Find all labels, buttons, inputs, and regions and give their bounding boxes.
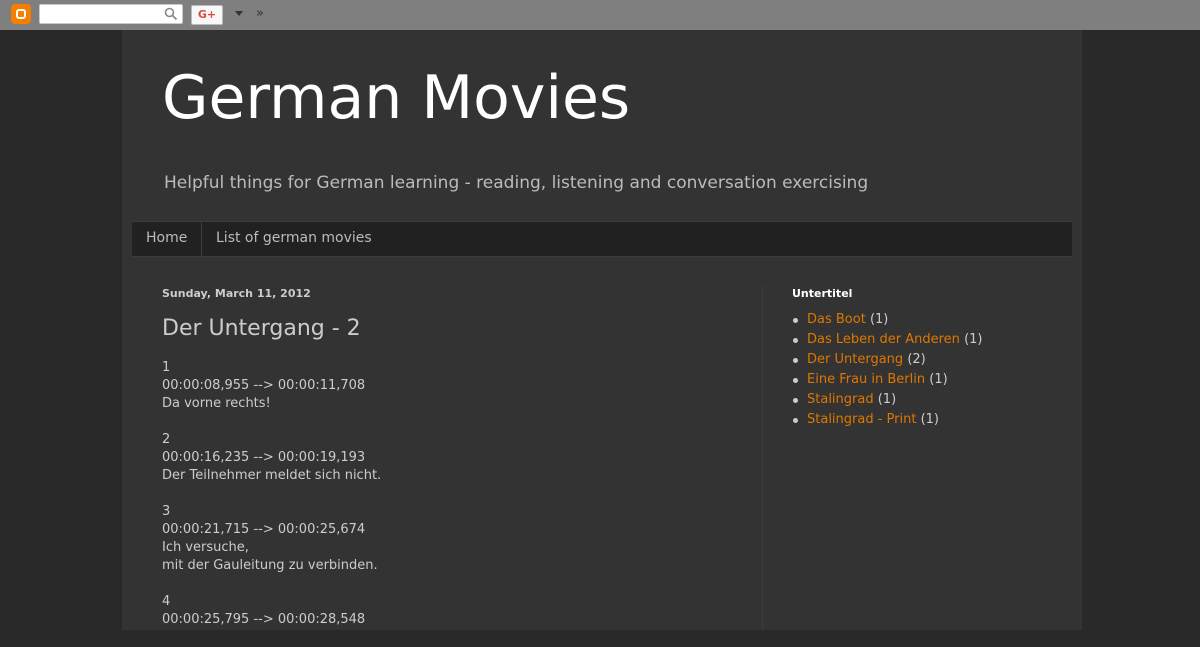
bullet-icon bbox=[793, 418, 798, 423]
bullet-icon bbox=[793, 338, 798, 343]
subtitle-index: 3 bbox=[162, 504, 171, 519]
label-count: (1) bbox=[964, 332, 983, 347]
subtitle-index: 1 bbox=[162, 360, 171, 375]
label-link[interactable]: Eine Frau in Berlin bbox=[807, 372, 925, 387]
label-count: (1) bbox=[929, 372, 948, 387]
blog-content: German Movies Helpful things for German … bbox=[122, 30, 1082, 630]
blog-title[interactable]: German Movies bbox=[162, 60, 630, 136]
bullet-icon bbox=[793, 398, 798, 403]
google-plus-button[interactable]: G+ bbox=[191, 5, 223, 25]
search-icon[interactable] bbox=[164, 7, 178, 21]
label-list: Das Boot (1) Das Leben der Anderen (1) D… bbox=[792, 310, 982, 430]
search-box bbox=[39, 4, 183, 24]
label-count: (1) bbox=[869, 312, 889, 327]
bullet-icon bbox=[793, 318, 798, 323]
subtitle-entry: 4 00:00:25,795 --> 00:00:28,548 bbox=[162, 593, 742, 629]
label-count: (1) bbox=[877, 392, 897, 407]
label-link[interactable]: Das Leben der Anderen bbox=[807, 332, 960, 347]
subtitle-entry: 2 00:00:16,235 --> 00:00:19,193 Der Teil… bbox=[162, 431, 742, 485]
list-item: Stalingrad - Print (1) bbox=[792, 410, 982, 430]
post-title[interactable]: Der Untergang - 2 bbox=[162, 316, 361, 341]
subtitle-index: 2 bbox=[162, 432, 171, 447]
blogger-navbar: G+ » bbox=[0, 0, 1200, 30]
search-input[interactable] bbox=[43, 7, 161, 21]
subtitle-line: Da vorne rechts! bbox=[162, 396, 271, 411]
list-item: Das Leben der Anderen (1) bbox=[792, 330, 982, 350]
tab-home[interactable]: Home bbox=[132, 222, 202, 256]
post-body: 1 00:00:08,955 --> 00:00:11,708 Da vorne… bbox=[162, 359, 742, 647]
subtitle-timecode: 00:00:08,955 --> 00:00:11,708 bbox=[162, 378, 366, 393]
blog-description: Helpful things for German learning - rea… bbox=[164, 173, 869, 193]
subtitle-entry: 3 00:00:21,715 --> 00:00:25,674 Ich vers… bbox=[162, 503, 742, 575]
subtitle-line: Ich versuche, bbox=[162, 540, 249, 555]
chevron-down-icon[interactable] bbox=[235, 11, 243, 16]
label-count: (1) bbox=[920, 412, 940, 427]
label-count: (2) bbox=[907, 352, 926, 367]
more-chevron-icon[interactable]: » bbox=[256, 6, 264, 22]
list-item: Der Untergang (2) bbox=[792, 350, 982, 370]
blogger-logo-icon[interactable] bbox=[11, 4, 31, 24]
tab-list-of-german-movies[interactable]: List of german movies bbox=[202, 222, 386, 256]
subtitle-index: 4 bbox=[162, 594, 171, 609]
subtitle-timecode: 00:00:16,235 --> 00:00:19,193 bbox=[162, 450, 366, 465]
label-link[interactable]: Der Untergang bbox=[807, 352, 903, 367]
post-date: Sunday, March 11, 2012 bbox=[162, 287, 311, 300]
list-item: Das Boot (1) bbox=[792, 310, 982, 330]
label-link[interactable]: Stalingrad - Print bbox=[807, 412, 916, 427]
bullet-icon bbox=[793, 378, 798, 383]
subtitle-timecode: 00:00:25,795 --> 00:00:28,548 bbox=[162, 612, 366, 627]
column-divider bbox=[762, 285, 763, 630]
list-item: Eine Frau in Berlin (1) bbox=[792, 370, 982, 390]
subtitle-line: mit der Gauleitung zu verbinden. bbox=[162, 558, 378, 573]
bullet-icon bbox=[793, 358, 798, 363]
label-link[interactable]: Das Boot bbox=[807, 312, 866, 327]
subtitle-entry: 1 00:00:08,955 --> 00:00:11,708 Da vorne… bbox=[162, 359, 742, 413]
label-link[interactable]: Stalingrad bbox=[807, 392, 874, 407]
page-tabs: Home List of german movies bbox=[132, 221, 1072, 257]
list-item: Stalingrad (1) bbox=[792, 390, 982, 410]
subtitle-line: Der Teilnehmer meldet sich nicht. bbox=[162, 468, 382, 483]
sidebar-title: Untertitel bbox=[792, 287, 853, 300]
subtitle-timecode: 00:00:21,715 --> 00:00:25,674 bbox=[162, 522, 366, 537]
